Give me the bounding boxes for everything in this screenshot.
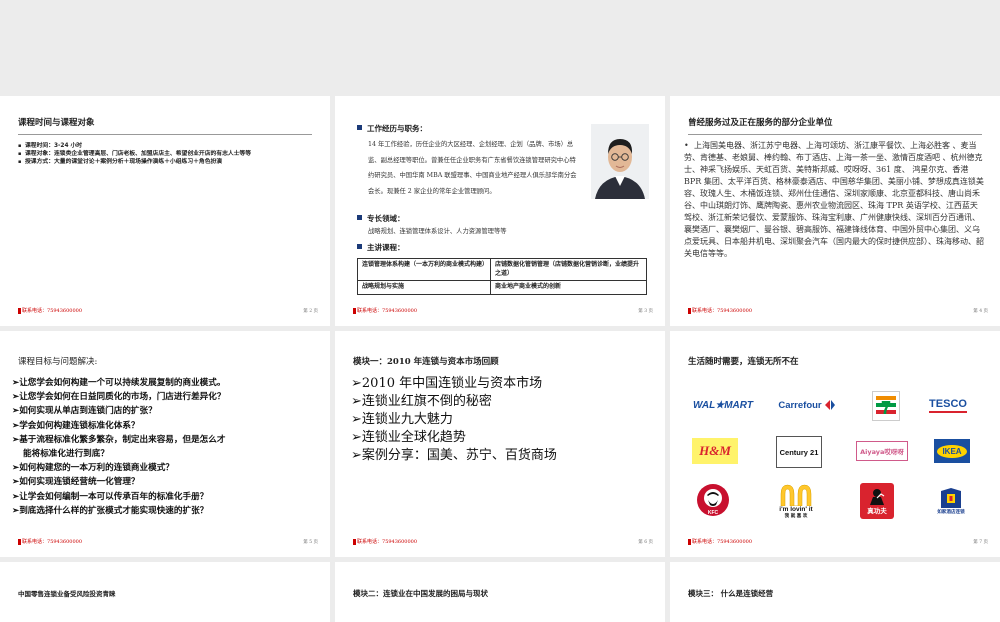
work-heading: 工作经历与职务：: [357, 123, 427, 134]
client-list-text: • 上海国美电器、浙江苏宁电器、上海可颂坊、浙江康平餐饮、上海必胜客 、麦当劳、肯…: [684, 141, 984, 258]
list-item: ➢让您学会如何构建一个可以持续发展复制的商业模式。: [12, 378, 226, 388]
tesco-logo: TESCO: [926, 393, 970, 417]
slide-title: 模块一：2010 年连锁与资本市场回顾: [353, 357, 499, 367]
instructor-photo: [591, 124, 649, 199]
goals-list: ➢让您学会如何构建一个可以持续发展复制的商业模式。 ➢让您学会如何在日益同质化的…: [12, 376, 225, 518]
bullet-square-icon: [357, 125, 362, 130]
slide-title: 生活随时需要，连锁无所不在: [688, 357, 799, 367]
aiyaya-logo: Aiyaya哎呀呀: [856, 441, 908, 461]
contact-footer: 联系电话：75943600000: [18, 538, 82, 545]
slide-module-two: 模块二：连锁业在中国发展的困局与现状: [335, 562, 665, 622]
zhengongfu-logo: 真功夫: [860, 483, 894, 519]
slide-title: 曾经服务过及正在服务的部分企业单位: [688, 118, 833, 128]
page-number: 第 3 页: [638, 309, 653, 314]
ikea-logo: IKEA: [934, 439, 970, 463]
list-item: ➢2010 年中国连锁业与资本市场: [351, 376, 543, 391]
slide-module-three: 模块三： 什么是连锁经营: [670, 562, 1000, 622]
contact-footer: 联系电话：75943600000: [688, 538, 752, 545]
bio-text: 14 年工作经验，历任企业的大区经理、企划经理、企划（品牌、市场）总监、副总经理…: [368, 141, 577, 195]
table-cell: 连锁管理体系构建（一本万利的商业模式构建）: [357, 258, 491, 281]
page-number: 第 6 页: [638, 540, 653, 545]
slide-title: 中国零售连锁业备受风险投资青睐: [18, 590, 116, 598]
svg-text:7: 7: [881, 398, 891, 418]
slide-instructor-profile: 工作经历与职务： 14 年工作经验，历任企业的大区经理、企划经理、企划（品牌、市…: [335, 96, 665, 326]
courses-table: 连锁管理体系构建（一本万利的商业模式构建） 店铺数据化管销管理（店铺数据化营销诊…: [357, 258, 648, 295]
list-item: ➢让学会如何编制一本可以传承百年的标准化手册？: [12, 491, 209, 502]
list-item: ➢基于流程标准化繁多繁杂，制定出来容易，但是怎么才: [12, 434, 226, 445]
slide-course-goals: 课程目标与问题解决: ➢让您学会如何构建一个可以持续发展复制的商业模式。 ➢让您…: [0, 331, 330, 557]
course-heading: 主讲课程：: [357, 242, 405, 253]
list-item: ➢如何构建您的一本万利的连锁商业模式？: [12, 463, 174, 474]
page-number: 第 5 页: [303, 540, 318, 545]
course-info-list: 课程时间：3-24 小时 课程对象：连锁类企业管理高层、门店老板、加盟店店主、希…: [18, 142, 251, 166]
list-item: ➢连锁业红旗不倒的秘密: [351, 394, 492, 409]
list-item: ➢到底选择什么样的扩张模式才能实现快速的扩张？: [12, 505, 209, 516]
golden-arches-icon: [780, 484, 812, 506]
page-number: 第 2 页: [303, 309, 318, 314]
module-one-list: ➢2010 年中国连锁业与资本市场 ➢连锁业红旗不倒的秘密 ➢连锁业九大魅力 ➢…: [351, 375, 557, 465]
contact-footer: 联系电话：75943600000: [353, 538, 417, 545]
bullet-square-icon: [357, 244, 362, 249]
skill-heading: 专长领域：: [357, 213, 405, 224]
slide-title: 课程时间与课程对象: [18, 118, 95, 128]
mcdonalds-logo: i'm lovin' it 我 就 喜 欢: [768, 481, 824, 521]
slide-title: 模块二：连锁业在中国发展的困局与现状: [353, 589, 488, 598]
list-item: ➢如何实现连锁经营统一化管理？: [12, 477, 140, 488]
list-item: 授课方式：大量的课堂讨论＋案例分析＋现场操作演练＋小组练习＋角色扮演: [18, 158, 251, 166]
list-item: 能将标准化进行到底？: [23, 449, 109, 460]
carrefour-logo: Carrefour: [766, 397, 848, 413]
list-item: ➢让您学会如何在日益同质化的市场，门店进行差异化？: [12, 392, 226, 403]
hm-logo: H&M: [692, 438, 738, 464]
contact-footer: 联系电话：75943600000: [688, 307, 752, 314]
contact-footer: 联系电话：75943600000: [353, 307, 417, 314]
slide-clients: 曾经服务过及正在服务的部分企业单位 • 上海国美电器、浙江苏宁电器、上海可颂坊、浙…: [670, 96, 1000, 326]
skill-text: 战略规划、连锁管理体系设计、人力资源管理等等: [368, 228, 507, 235]
century21-logo: Century 21: [776, 436, 822, 468]
slide-title: 模块三： 什么是连锁经营: [688, 589, 774, 598]
list-item: ➢案例分享：国美、苏宁、百货商场: [351, 448, 557, 463]
slide-title: 课程目标与问题解决:: [18, 357, 98, 367]
list-item: ➢连锁业九大魅力: [351, 412, 453, 427]
svg-text:KFC: KFC: [708, 510, 719, 516]
list-item: 课程时间：3-24 小时: [18, 142, 251, 150]
kfc-logo: KFC: [696, 483, 730, 517]
page-number: 第 7 页: [973, 540, 988, 545]
title-divider: [688, 134, 982, 135]
slide-venture-capital: 中国零售连锁业备受风险投资青睐: [0, 562, 330, 622]
title-divider: [18, 134, 312, 135]
seven-eleven-logo: 7: [872, 391, 900, 421]
walmart-logo: WAL★MART: [693, 399, 753, 411]
page-number: 第 4 页: [973, 309, 988, 314]
slide-chain-brands: 生活随时需要，连锁无所不在 WAL★MART Carrefour 7 TESCO…: [670, 331, 1000, 557]
slide-module-one: 模块一：2010 年连锁与资本市场回顾 ➢2010 年中国连锁业与资本市场 ➢连…: [335, 331, 665, 557]
table-row: 战略规划与实施 商业地产商业模式的创新: [357, 280, 648, 295]
slide-course-time: 课程时间与课程对象 课程时间：3-24 小时 课程对象：连锁类企业管理高层、门店…: [0, 96, 330, 326]
rujia-logo: 如家酒店连锁: [926, 483, 976, 519]
list-item: 课程对象：连锁类企业管理高层、门店老板、加盟店店主、希望创业开店的有志人士等等: [18, 150, 251, 158]
table-cell: 战略规划与实施: [357, 280, 491, 295]
bullet-square-icon: [357, 215, 362, 220]
table-row: 连锁管理体系构建（一本万利的商业模式构建） 店铺数据化管销管理（店铺数据化营销诊…: [357, 258, 648, 281]
table-cell: 店铺数据化管销管理（店铺数据化营销诊断，业绩提升之道）: [489, 258, 648, 281]
contact-footer: 联系电话：75943600000: [18, 307, 82, 314]
list-item: ➢连锁业全球化趋势: [351, 430, 466, 445]
list-item: ➢学会如何构建连锁标准化体系？: [12, 420, 140, 431]
table-cell: 商业地产商业模式的创新: [489, 280, 648, 295]
list-item: ➢如何实现从单店到连锁门店的扩张？: [12, 406, 157, 417]
